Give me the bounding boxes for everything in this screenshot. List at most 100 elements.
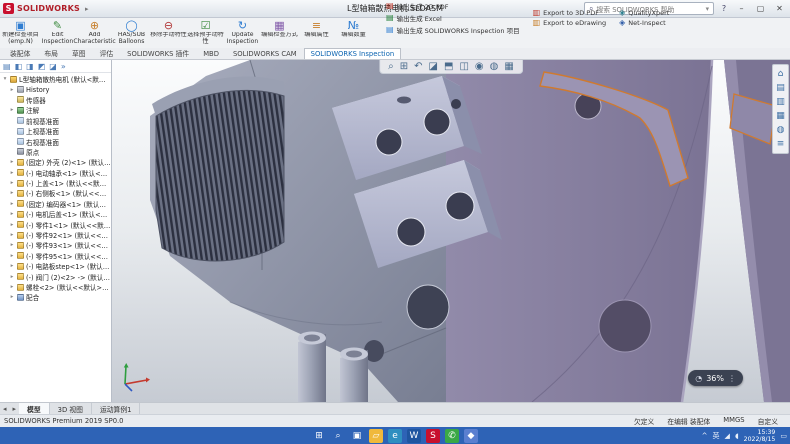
close-button[interactable]: ✕ — [772, 4, 787, 13]
maximize-button[interactable]: ▢ — [753, 4, 768, 13]
view-palette-icon[interactable]: ▦ — [776, 111, 785, 121]
solidworks-resources-icon[interactable]: ⌂ — [778, 69, 784, 79]
update-inspection-button[interactable]: ↻ Update Inspection — [224, 19, 261, 48]
commandmanager-tab[interactable]: 布局 — [37, 46, 65, 59]
commandmanager-tab[interactable]: 评估 — [93, 46, 121, 59]
tree-item[interactable]: ▸ 配合 — [0, 292, 111, 302]
commandmanager-tab[interactable]: SOLIDWORKS 插件 — [120, 46, 196, 59]
zoom-left-icon[interactable]: ◔ — [695, 374, 702, 383]
expand-arrow-icon[interactable]: ▸ — [9, 274, 15, 280]
taskbar-clock[interactable]: 15:39 2022/8/15 — [744, 429, 776, 443]
minimize-button[interactable]: – — [734, 4, 749, 13]
tree-item[interactable]: 上视基准面 — [0, 126, 111, 136]
expand-arrow-icon[interactable]: ▸ — [9, 170, 15, 176]
displaymanager-tab[interactable]: ◪ — [49, 62, 57, 71]
hidden-icons-chevron[interactable]: ^ — [702, 432, 708, 440]
search-icon[interactable]: ⌕ — [331, 429, 345, 443]
commandmanager-tab[interactable]: SOLIDWORKS CAM — [226, 48, 304, 59]
solidworks-icon[interactable]: S — [426, 429, 440, 443]
commandmanager-tab[interactable]: 装配体 — [3, 46, 37, 59]
file-explorer-icon[interactable]: ▱ — [369, 429, 383, 443]
appearances-icon[interactable]: ◍ — [777, 125, 785, 135]
expand-arrow-icon[interactable]: ▸ — [9, 263, 15, 269]
tree-item[interactable]: ▸ (固定) 外壳 (2)<1> (默认<<默认>_显示状态>) — [0, 157, 111, 167]
design-library-icon[interactable]: ▤ — [776, 83, 785, 93]
view-orientation-icon[interactable]: ⬒ — [444, 61, 453, 72]
export-inspection-project-item[interactable]: ▤ 输出生成 SOLIDWORKS Inspection 项目 — [386, 25, 520, 35]
tree-item[interactable]: ▸ (-) 电机后盖<1> (默认<<默认>_显示状态>) — [0, 209, 111, 219]
expand-arrow-icon[interactable]: ▸ — [9, 87, 15, 93]
zoom-fit-icon[interactable]: ⌕ — [388, 61, 394, 72]
net-inspect-item[interactable]: ◈ Net-Inspect — [619, 19, 669, 27]
word-icon[interactable]: W — [407, 429, 421, 443]
volume-icon[interactable]: ◖ — [735, 432, 739, 440]
expand-arrow-icon[interactable]: ▸ — [9, 211, 15, 217]
expand-arrow-icon[interactable]: ▾ — [2, 76, 8, 82]
expand-arrow-icon[interactable]: ▸ — [9, 284, 15, 290]
apply-scene-icon[interactable]: ▦ — [504, 61, 513, 72]
export-edrawing-item[interactable]: ▥ Export to eDrawing — [533, 19, 607, 27]
export-3d-pdf-item[interactable]: ▥ Export to 3D PDF — [533, 9, 607, 17]
dimxpertmanager-tab[interactable]: ◩ — [38, 62, 46, 71]
edit-inspection-method-button[interactable]: ▦ 编辑检查方式 — [261, 19, 298, 48]
tree-item[interactable]: ▸ (-) 零件93<1> (默认<<默认>_显示状态>) — [0, 240, 111, 250]
commandmanager-tab[interactable]: SOLIDWORKS Inspection — [304, 48, 402, 59]
commandmanager-tab[interactable]: MBD — [196, 48, 226, 59]
zoom-area-icon[interactable]: ⊞ — [400, 61, 408, 72]
expand-arrow-icon[interactable]: ▸ — [9, 201, 15, 207]
commandmanager-tab[interactable]: 草图 — [65, 46, 93, 59]
expand-arrow-icon[interactable]: ▸ — [9, 190, 15, 196]
tree-item[interactable]: ▸ (-) 零件92<1> (默认<<默认>_显示状态>) — [0, 230, 111, 240]
file-explorer-icon[interactable]: ▥ — [776, 97, 785, 107]
tree-item[interactable]: ▸ (-) 右侧板<1> (默认<<默认>_显示状态>) — [0, 188, 111, 198]
task-view-icon[interactable]: ▣ — [350, 429, 364, 443]
expand-arrow-icon[interactable]: ▸ — [9, 180, 15, 186]
menu-flyout-arrow-icon[interactable]: ▸ — [85, 5, 89, 13]
expand-arrow-icon[interactable]: ▸ — [9, 242, 15, 248]
tree-item[interactable]: ▸ History — [0, 84, 111, 94]
tree-item[interactable]: ▸ (-) 零件95<1> (默认<<默认>_显示状态>) — [0, 251, 111, 261]
edit-appearance-icon[interactable]: ◍ — [490, 61, 499, 72]
graphics-viewport[interactable]: ⌕ ⊞ ↶ ◪ ⬒ ◫ ◉ ◍ ▦ — [112, 60, 790, 402]
start-button[interactable]: ⊞ — [312, 429, 326, 443]
search-dropdown-icon[interactable]: ▾ — [706, 5, 709, 13]
panel-flyout-chevron[interactable]: » — [61, 62, 66, 71]
export-excel-item[interactable]: ▤ 输出生成 Excel — [386, 13, 520, 23]
balloons-button[interactable]: ◯ HAS/SUB Balloons — [113, 19, 150, 48]
tree-item[interactable]: ▾ L型轴箱散热电机 (默认<默认_显示状态-1>) — [0, 74, 111, 84]
tree-item[interactable]: ▸ 螺栓<2> (默认<<默认>_显示状态>) — [0, 282, 111, 292]
expand-arrow-icon[interactable]: ▸ — [9, 253, 15, 259]
expand-arrow-icon[interactable]: ▸ — [9, 232, 15, 238]
export-2d-pdf-item[interactable]: ▤ 输出生成 2D PDF — [386, 1, 520, 11]
tree-item[interactable]: 传感器 — [0, 95, 111, 105]
document-tab[interactable]: 模型 — [19, 403, 50, 415]
tree-item[interactable]: ▸ (-) 上盖<1> (默认<<默认>_显示状态>) — [0, 178, 111, 188]
help-icon[interactable]: ? — [718, 4, 730, 13]
hide-show-items-icon[interactable]: ◉ — [475, 61, 484, 72]
new-inspection-project-button[interactable]: ▣ 新建检查项目 (emp.N) — [2, 19, 39, 48]
expand-arrow-icon[interactable]: ▸ — [9, 159, 15, 165]
code-icon[interactable]: ◆ — [464, 429, 478, 443]
propertymanager-tab[interactable]: ◧ — [15, 62, 23, 71]
expand-arrow-icon[interactable]: ▸ — [9, 294, 15, 300]
edit-properties-button[interactable]: ≡ 编辑属性 — [298, 19, 335, 48]
section-view-icon[interactable]: ◪ — [429, 61, 438, 72]
tree-item[interactable]: 原点 — [0, 147, 111, 157]
edge-icon[interactable]: e — [388, 429, 402, 443]
tree-item[interactable]: ▸ (-) 电动轴承<1> (默认<<默认>_显示状态>) — [0, 168, 111, 178]
tree-item[interactable]: ▸ (固定) 编码器<1> (默认<<默认>_显示状态>) — [0, 199, 111, 209]
notification-center-icon[interactable]: ▭ — [780, 432, 787, 440]
expand-arrow-icon[interactable]: ▸ — [9, 222, 15, 228]
document-tab[interactable]: 3D 视图 — [50, 403, 92, 415]
tab-scroll-left-icon[interactable]: ◂ — [0, 405, 10, 413]
custom-properties-icon[interactable]: ≡ — [777, 139, 785, 149]
tree-item[interactable]: ▸ (-) 阀门 (2)<2> -> (默认<默认>_显示状态>) — [0, 271, 111, 281]
wechat-icon[interactable]: ✆ — [445, 429, 459, 443]
tab-scroll-right-icon[interactable]: ▸ — [10, 405, 20, 413]
add-characteristic-button[interactable]: ⊕ Add Characteristic — [76, 19, 113, 48]
display-style-icon[interactable]: ◫ — [459, 61, 468, 72]
remove-manual-feature-button[interactable]: ⊖ 移除手动特性 — [150, 19, 187, 48]
tree-item[interactable]: 前视基准面 — [0, 116, 111, 126]
zoom-indicator[interactable]: ◔ 36% ⋮ — [688, 370, 743, 386]
network-icon[interactable]: ◢ — [725, 432, 730, 440]
